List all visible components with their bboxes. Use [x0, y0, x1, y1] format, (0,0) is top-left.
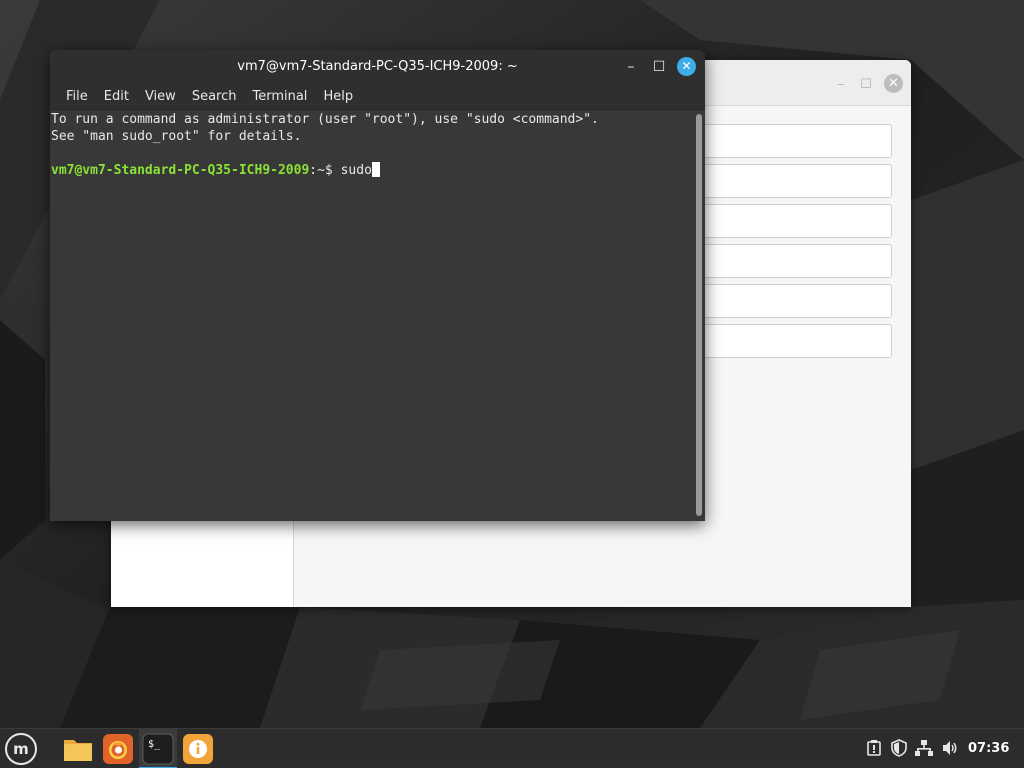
background-close-button[interactable]: ✕	[884, 74, 903, 93]
background-minimize-button[interactable]: –	[832, 76, 850, 94]
prompt-path: :~$	[309, 163, 341, 178]
prompt-user-host: vm7@vm7-Standard-PC-Q35-ICH9-2009	[51, 163, 310, 178]
network-tray-icon[interactable]	[914, 739, 934, 759]
clock[interactable]: 07:36	[968, 729, 1009, 768]
minimize-button[interactable]: –	[621, 57, 641, 77]
menu-view[interactable]: View	[137, 83, 184, 110]
files-launcher[interactable]	[62, 733, 94, 765]
firefox-icon	[103, 734, 133, 764]
menu-help[interactable]: Help	[315, 83, 361, 110]
taskbar: m $_ 07:36	[0, 728, 1024, 768]
update-manager-tray-icon[interactable]	[864, 739, 884, 759]
terminal-output[interactable]: To run a command as administrator (user …	[50, 110, 693, 521]
background-maximize-button[interactable]: ☐	[857, 76, 875, 94]
volume-tray-icon[interactable]	[940, 739, 960, 759]
terminal-scrollbar-thumb[interactable]	[696, 114, 702, 516]
terminal-line: To run a command as administrator (user …	[51, 112, 599, 127]
terminal-window[interactable]: vm7@vm7-Standard-PC-Q35-ICH9-2009: ~ – ☐…	[50, 50, 705, 521]
terminal-menubar: File Edit View Search Terminal Help	[50, 83, 705, 110]
mint-logo-icon: m	[5, 733, 37, 765]
menu-file[interactable]: File	[58, 83, 96, 110]
command-input[interactable]: sudo	[341, 163, 372, 178]
svg-text:$_: $_	[148, 739, 161, 750]
shield-tray-icon[interactable]	[889, 739, 909, 759]
start-menu-button[interactable]: m	[0, 729, 44, 768]
terminal-window-title: vm7@vm7-Standard-PC-Q35-ICH9-2009: ~	[237, 59, 518, 74]
terminal-icon: $_	[142, 733, 174, 765]
info-icon	[183, 734, 213, 764]
firefox-launcher[interactable]	[102, 733, 134, 765]
system-info-launcher[interactable]	[182, 733, 214, 765]
text-cursor	[371, 162, 380, 177]
menu-search[interactable]: Search	[184, 83, 245, 110]
menu-edit[interactable]: Edit	[96, 83, 137, 110]
terminal-titlebar[interactable]: vm7@vm7-Standard-PC-Q35-ICH9-2009: ~ – ☐…	[50, 50, 705, 83]
files-icon	[64, 740, 92, 761]
menu-terminal[interactable]: Terminal	[244, 83, 315, 110]
terminal-scrollbar[interactable]	[693, 110, 705, 521]
close-button[interactable]: ✕	[677, 57, 696, 76]
maximize-button[interactable]: ☐	[649, 57, 669, 77]
terminal-prompt-line[interactable]: vm7@vm7-Standard-PC-Q35-ICH9-2009:~$ sud…	[51, 162, 692, 179]
terminal-line: See "man sudo_root" for details.	[51, 129, 302, 144]
terminal-launcher[interactable]: $_	[139, 729, 177, 768]
